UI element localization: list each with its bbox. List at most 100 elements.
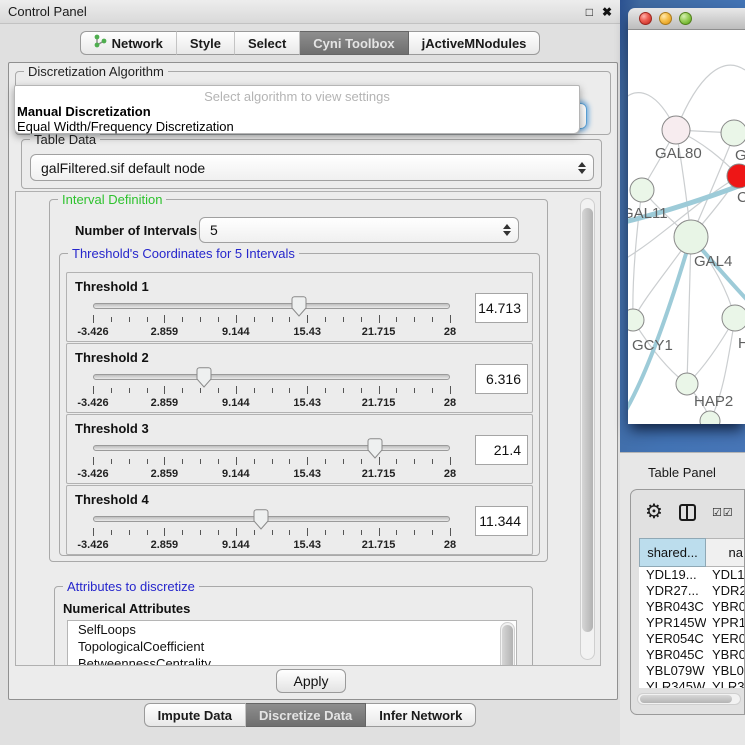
- table-row[interactable]: YBL079WYBL07: [639, 663, 745, 679]
- table-row[interactable]: YBR045CYBR04: [639, 647, 745, 663]
- tab-network[interactable]: Network: [80, 31, 177, 55]
- cell-shared-name[interactable]: YER054C: [639, 631, 706, 647]
- cell-shared-name[interactable]: YBL079W: [639, 663, 706, 679]
- tab-impute-data[interactable]: Impute Data: [144, 703, 246, 727]
- column-header-name[interactable]: na: [706, 538, 745, 567]
- slider-tick-label: 28: [444, 539, 456, 551]
- slider-tick: [164, 457, 165, 465]
- table-data-group: Table Data galFiltered.sif default node: [21, 139, 602, 189]
- threshold-value-field[interactable]: 21.4: [475, 435, 528, 465]
- table-row[interactable]: YBR043CYBR04: [639, 599, 745, 615]
- slider-tick: [93, 528, 94, 536]
- minimize-traffic-light-icon[interactable]: [659, 12, 672, 25]
- float-window-icon[interactable]: □: [586, 5, 593, 19]
- cell-shared-name[interactable]: YDR27...: [639, 583, 706, 599]
- slider-thumb[interactable]: [367, 438, 383, 459]
- table-row[interactable]: YPR145WYPR14: [639, 615, 745, 631]
- threshold-slider-3[interactable]: -3.4262.8599.14415.4321.71528: [93, 443, 450, 483]
- slider-track[interactable]: [93, 445, 450, 451]
- cell-name[interactable]: YER05: [706, 631, 745, 647]
- network-canvas[interactable]: GAL80GACGAL11GAL4GCY1HHAP2: [628, 30, 745, 424]
- threshold-value-field[interactable]: 6.316: [475, 364, 528, 394]
- cell-name[interactable]: YBR04: [706, 647, 745, 663]
- zoom-traffic-light-icon[interactable]: [679, 12, 692, 25]
- numerical-attributes-header: Numerical Attributes: [63, 601, 190, 616]
- cell-name[interactable]: YLR34: [706, 679, 745, 688]
- table-data-combobox[interactable]: galFiltered.sif default node: [30, 154, 594, 181]
- cell-name[interactable]: YBR04: [706, 599, 745, 615]
- threshold-slider-1[interactable]: -3.4262.8599.14415.4321.71528: [93, 301, 450, 341]
- slider-track[interactable]: [93, 303, 450, 309]
- cell-shared-name[interactable]: YBR045C: [639, 647, 706, 663]
- tab-label: Network: [112, 32, 163, 55]
- network-node-ga[interactable]: [721, 120, 745, 146]
- tab-style[interactable]: Style: [177, 31, 235, 55]
- tab-label: Discretize Data: [259, 704, 352, 727]
- number-of-intervals-value: 5: [210, 222, 218, 238]
- table-row[interactable]: YDR27...YDR27: [639, 583, 745, 599]
- numerical-attributes-list[interactable]: SelfLoopsTopologicalCoefficientBetweenne…: [67, 620, 517, 666]
- split-column-icon[interactable]: [679, 504, 696, 521]
- network-node-h[interactable]: [722, 305, 745, 331]
- slider-tick: [111, 530, 112, 535]
- slider-tick-label: 9.144: [222, 539, 250, 551]
- node-table[interactable]: shared... na YDL19...YDL19YDR27...YDR27Y…: [639, 538, 745, 688]
- attribute-list-item[interactable]: SelfLoops: [68, 621, 516, 638]
- slider-tick: [361, 459, 362, 464]
- threshold-slider-2[interactable]: -3.4262.8599.14415.4321.71528: [93, 372, 450, 412]
- tab-select[interactable]: Select: [235, 31, 300, 55]
- cell-shared-name[interactable]: YLR345W: [639, 679, 706, 688]
- attribute-list-item[interactable]: TopologicalCoefficient: [68, 638, 516, 655]
- network-node-gcy1[interactable]: [628, 309, 644, 331]
- tab-cyni-toolbox[interactable]: Cyni Toolbox: [300, 31, 408, 55]
- cell-name[interactable]: YDR27: [706, 583, 745, 599]
- column-header-shared-name[interactable]: shared...: [639, 538, 706, 567]
- slider-track[interactable]: [93, 374, 450, 380]
- slider-tick: [236, 528, 237, 536]
- table-toolbar: ⚙ ☑☑: [631, 490, 744, 534]
- dropdown-option-manual-discretization[interactable]: Manual Discretization: [17, 104, 151, 119]
- cell-name[interactable]: YPR14: [706, 615, 745, 631]
- slider-tick: [343, 459, 344, 464]
- table-horizontal-scrollbar[interactable]: [637, 693, 741, 705]
- algorithm-dropdown-popup: Select algorithm to view settings Manual…: [14, 85, 580, 134]
- dropdown-option-equal-width-frequency[interactable]: Equal Width/Frequency Discretization: [17, 119, 234, 134]
- attribute-list-item[interactable]: BetweennessCentrality: [68, 655, 516, 666]
- apply-button[interactable]: Apply: [276, 669, 346, 693]
- close-icon[interactable]: ✖: [602, 5, 612, 19]
- threshold-panel-2: Threshold 2-3.4262.8599.14415.4321.71528…: [66, 343, 533, 413]
- cell-shared-name[interactable]: YDL19...: [639, 567, 706, 583]
- slider-thumb[interactable]: [253, 509, 269, 530]
- slider-thumb[interactable]: [196, 367, 212, 388]
- table-data-title: Table Data: [30, 132, 100, 147]
- close-traffic-light-icon[interactable]: [639, 12, 652, 25]
- cell-name[interactable]: YBL07: [706, 663, 745, 679]
- threshold-slider-4[interactable]: -3.4262.8599.14415.4321.71528: [93, 514, 450, 554]
- slider-thumb[interactable]: [291, 296, 307, 317]
- tab-label: Infer Network: [379, 704, 462, 727]
- network-node[interactable]: [700, 411, 720, 424]
- network-node-gal11[interactable]: [630, 178, 654, 202]
- tab-infer-network[interactable]: Infer Network: [366, 703, 476, 727]
- network-edge[interactable]: [687, 237, 691, 384]
- settings-scrollbar[interactable]: [580, 198, 595, 660]
- network-node-hap2[interactable]: [676, 373, 698, 395]
- gear-icon[interactable]: ⚙: [645, 502, 663, 522]
- slider-track[interactable]: [93, 516, 450, 522]
- network-node-gal4[interactable]: [674, 220, 708, 254]
- cell-shared-name[interactable]: YBR043C: [639, 599, 706, 615]
- slider-tick: [379, 386, 380, 394]
- attribute-list-scrollbar[interactable]: [500, 622, 515, 666]
- table-row[interactable]: YLR345WYLR34: [639, 679, 745, 688]
- checkbox-columns-icon[interactable]: ☑☑: [712, 506, 734, 519]
- threshold-value-field[interactable]: 11.344: [475, 506, 528, 536]
- tab-discretize-data[interactable]: Discretize Data: [246, 703, 366, 727]
- number-of-intervals-combobox[interactable]: 5: [199, 217, 519, 243]
- threshold-value-field[interactable]: 14.713: [475, 293, 528, 323]
- tab-jactivemnodules[interactable]: jActiveMNodules: [409, 31, 541, 55]
- table-row[interactable]: YER054CYER05: [639, 631, 745, 647]
- cell-shared-name[interactable]: YPR145W: [639, 615, 706, 631]
- network-node-gal80[interactable]: [662, 116, 690, 144]
- table-row[interactable]: YDL19...YDL19: [639, 567, 745, 583]
- cell-name[interactable]: YDL19: [706, 567, 745, 583]
